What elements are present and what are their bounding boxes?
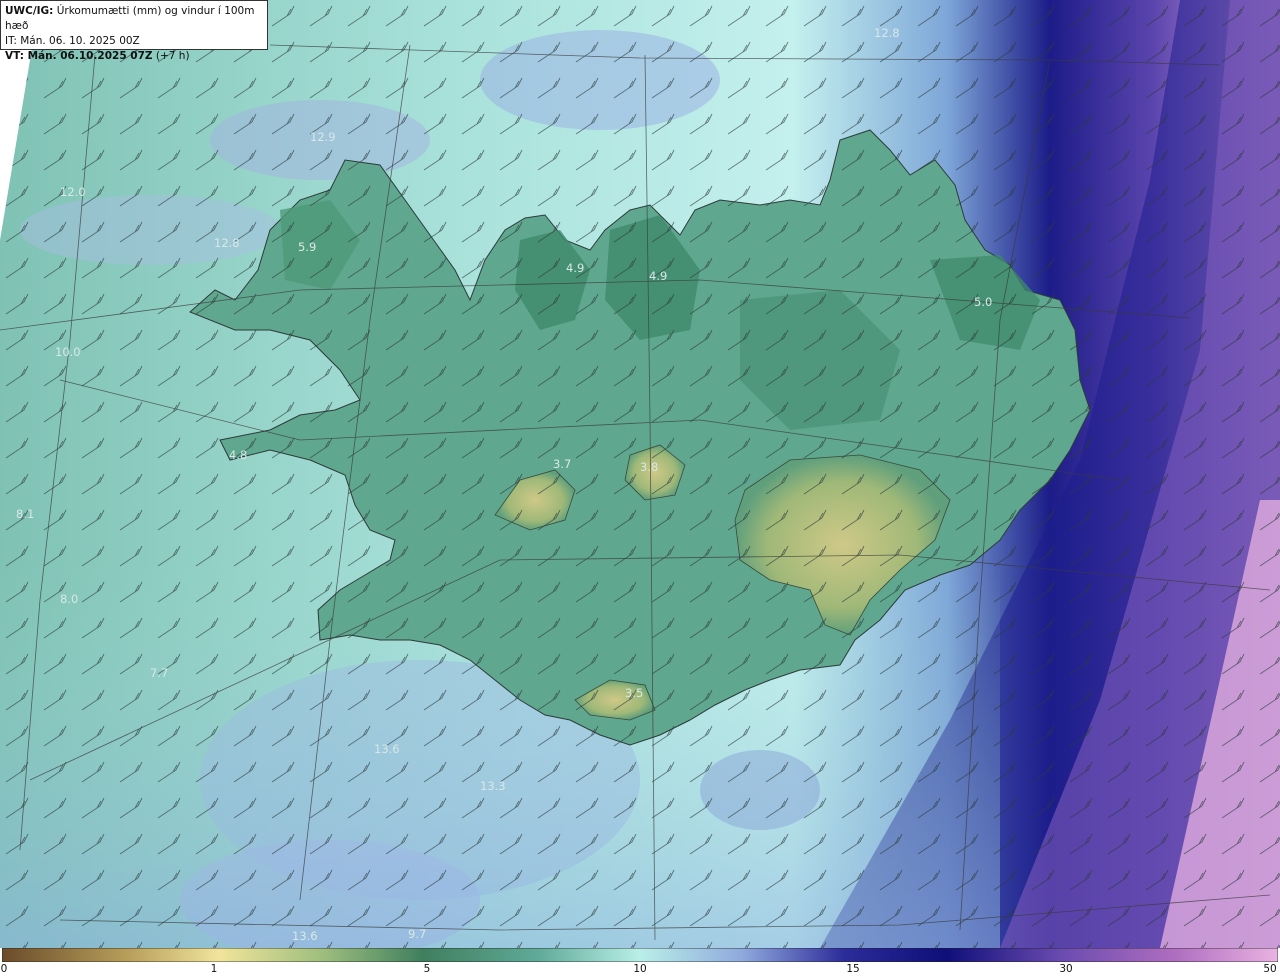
map-value: 12.9 — [310, 130, 336, 144]
forecast-offset: (+7 h) — [155, 50, 190, 62]
colorbar-tick: 50 — [1263, 963, 1277, 975]
colorbar-tick: 0 — [0, 963, 8, 975]
title-line: UWC/IG: Úrkomumætti (mm) og vindur í 100… — [5, 4, 263, 34]
map-value: 5.0 — [974, 295, 992, 309]
model-name: UWC/IG: — [5, 5, 54, 17]
colorbar: 0 1 5 10 15 30 50 — [0, 948, 1280, 978]
colorbar-tick: 15 — [846, 963, 860, 975]
map-value: 10.0 — [55, 345, 81, 359]
map-value: 9.7 — [408, 927, 426, 941]
map-value: 4.8 — [229, 448, 247, 462]
map-value: 3.8 — [640, 460, 658, 474]
map-value: 13.6 — [374, 742, 400, 756]
map-value: 7.7 — [150, 666, 168, 680]
precipitation-map-canvas: 12.8 12.9 12.0 12.8 5.9 4.9 4.9 5.0 4.8 … — [0, 0, 1280, 948]
colorbar-strip — [2, 948, 1278, 962]
valid-time-line: VT: Mán. 06.10.2025 07Z (+7 h) — [5, 49, 263, 64]
map-value: 4.9 — [566, 261, 584, 275]
weather-map: 12.8 12.9 12.0 12.8 5.9 4.9 4.9 5.0 4.8 … — [0, 0, 1280, 948]
map-value: 8.0 — [60, 592, 78, 606]
colorbar-tick: 10 — [633, 963, 647, 975]
map-title-box: UWC/IG: Úrkomumætti (mm) og vindur í 100… — [0, 0, 268, 62]
map-value: 13.3 — [480, 779, 506, 793]
map-value: 3.7 — [553, 457, 571, 471]
map-value: 5.9 — [298, 240, 316, 254]
colorbar-tick: 5 — [423, 963, 431, 975]
map-value: 8.1 — [16, 507, 34, 521]
map-value: 12.0 — [60, 185, 86, 199]
valid-time: VT: Mán. 06.10.2025 07Z — [5, 50, 153, 62]
map-value: 4.9 — [649, 269, 667, 283]
wind-barbs-layer — [0, 0, 1280, 948]
initial-time: IT: Mán. 06. 10. 2025 00Z — [5, 35, 140, 47]
map-value: 12.8 — [874, 26, 900, 40]
colorbar-tick: 30 — [1059, 963, 1073, 975]
map-value: 12.8 — [214, 236, 240, 250]
map-value: 3.5 — [625, 686, 643, 700]
colorbar-tick: 1 — [210, 963, 218, 975]
map-value: 13.6 — [292, 929, 318, 943]
